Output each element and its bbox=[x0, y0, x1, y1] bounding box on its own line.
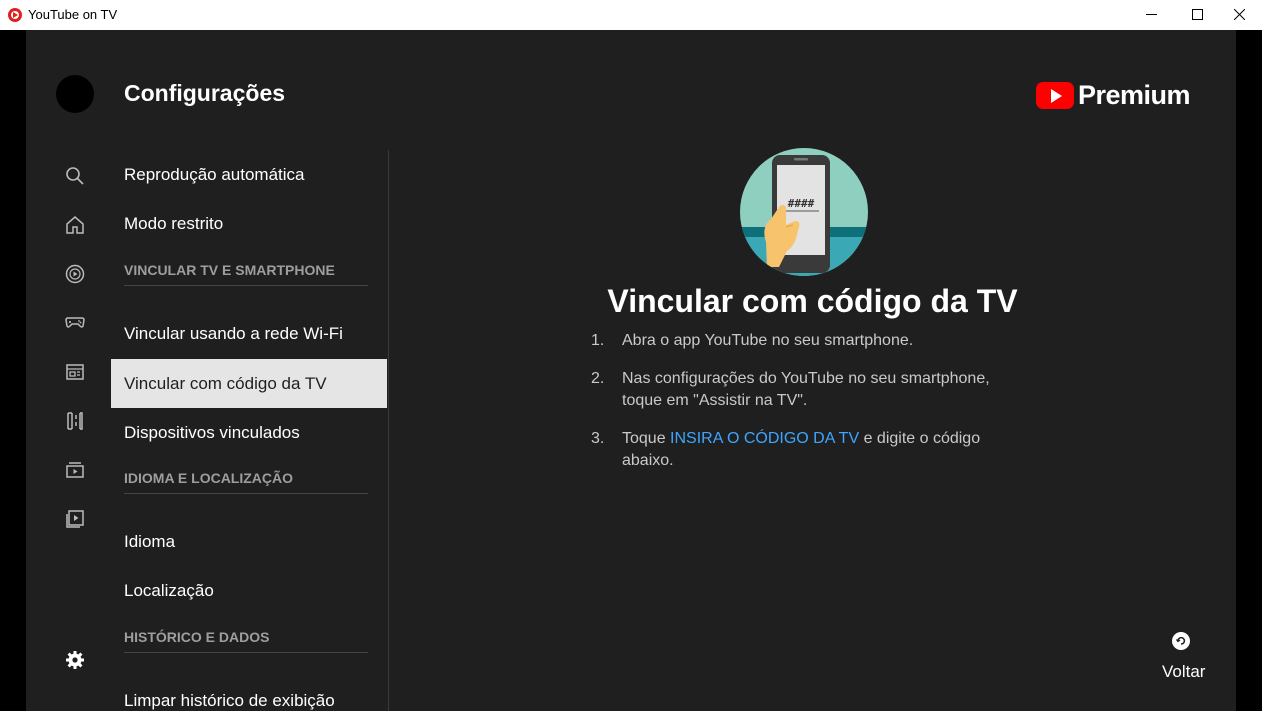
window-frame-right bbox=[1236, 30, 1262, 711]
shorts-icon[interactable] bbox=[63, 262, 87, 286]
youtube-icon bbox=[8, 8, 22, 22]
queue-icon[interactable] bbox=[63, 458, 87, 482]
back-arrow-icon bbox=[1175, 636, 1186, 645]
premium-label: Premium bbox=[1078, 80, 1191, 110]
menu-section-language: IDIOMA E LOCALIZAÇÃO bbox=[124, 463, 368, 494]
menu-item-restricted-mode[interactable]: Modo restrito bbox=[111, 199, 387, 248]
search-icon[interactable] bbox=[63, 164, 87, 188]
phone-code-text: #### bbox=[788, 197, 815, 210]
avatar[interactable] bbox=[56, 75, 94, 113]
subscriptions-icon[interactable] bbox=[63, 360, 87, 384]
menu-item-link-wifi[interactable]: Vincular usando a rede Wi-Fi bbox=[111, 309, 387, 358]
menu-section-link-tv: VINCULAR TV E SMARTPHONE bbox=[124, 255, 368, 286]
window-titlebar: YouTube on TV bbox=[0, 0, 1262, 30]
app-area: Configurações Premium Reprodução automát… bbox=[26, 30, 1236, 711]
phone-code-illustration: #### bbox=[739, 147, 869, 282]
window-frame-left bbox=[0, 30, 26, 711]
enter-tv-code-link: INSIRA O CÓDIGO DA TV bbox=[670, 430, 860, 447]
close-icon bbox=[1234, 9, 1245, 20]
back-label[interactable]: Voltar bbox=[1162, 662, 1205, 682]
menu-item-link-tv-code[interactable]: Vincular com código da TV bbox=[111, 359, 387, 408]
window-title: YouTube on TV bbox=[28, 7, 118, 22]
content-title: Vincular com código da TV bbox=[607, 283, 1018, 319]
menu-section-history: HISTÓRICO E DADOS bbox=[124, 622, 368, 653]
youtube-play-icon bbox=[1036, 82, 1074, 109]
menu-item-clear-history[interactable]: Limpar histórico de exibição bbox=[111, 676, 387, 711]
home-icon[interactable] bbox=[63, 213, 87, 237]
menu-item-autoplay[interactable]: Reprodução automática bbox=[111, 150, 387, 199]
back-button[interactable] bbox=[1172, 632, 1190, 650]
settings-icon[interactable] bbox=[63, 648, 87, 672]
playlist-icon[interactable] bbox=[63, 507, 87, 531]
menu-item-location[interactable]: Localização bbox=[111, 566, 387, 615]
library-icon[interactable] bbox=[63, 409, 87, 433]
menu-divider bbox=[388, 150, 389, 711]
page-title: Configurações bbox=[124, 80, 286, 106]
step-3-text-before: Toque bbox=[622, 430, 671, 447]
maximize-button[interactable] bbox=[1174, 0, 1220, 30]
close-button[interactable] bbox=[1216, 0, 1262, 30]
minimize-button[interactable] bbox=[1128, 0, 1174, 30]
gaming-icon[interactable] bbox=[63, 311, 87, 335]
menu-item-language[interactable]: Idioma bbox=[111, 517, 387, 566]
menu-item-linked-devices[interactable]: Dispositivos vinculados bbox=[111, 408, 387, 457]
